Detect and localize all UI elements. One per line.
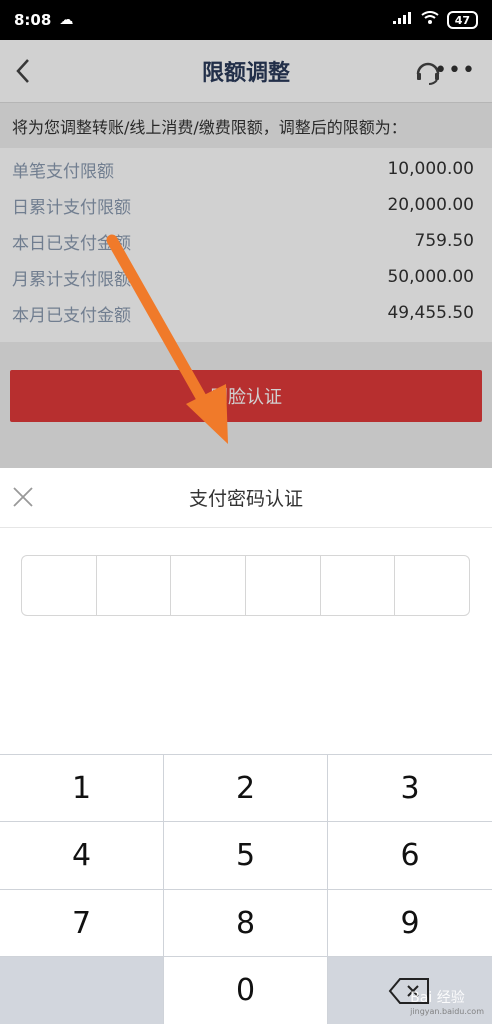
key-4[interactable]: 4 <box>0 822 164 890</box>
status-icons: 47 <box>392 11 478 29</box>
watermark-text: Bai 经验 <box>410 990 465 1006</box>
status-bar: 8:08 ☁ 47 <box>0 0 492 40</box>
close-icon[interactable] <box>10 484 36 510</box>
key-blank <box>0 957 164 1024</box>
battery-icon: 47 <box>446 11 478 29</box>
key-7[interactable]: 7 <box>0 890 164 957</box>
signal-icon <box>392 12 413 28</box>
pin-digit-box <box>321 556 396 615</box>
key-8[interactable]: 8 <box>164 890 328 957</box>
status-time: 8:08 <box>14 11 52 29</box>
key-9[interactable]: 9 <box>328 890 492 957</box>
key-0[interactable]: 0 <box>164 957 328 1024</box>
cloud-icon: ☁ <box>59 12 74 28</box>
pin-digit-box <box>395 556 469 615</box>
payment-password-sheet: 支付密码认证 1 2 3 4 5 6 7 8 9 0 <box>0 468 492 1024</box>
key-1[interactable]: 1 <box>0 755 164 822</box>
numeric-keypad: 1 2 3 4 5 6 7 8 9 0 <box>0 754 492 1024</box>
sheet-header: 支付密码认证 <box>0 468 492 528</box>
key-5[interactable]: 5 <box>164 822 328 890</box>
key-2[interactable]: 2 <box>164 755 328 822</box>
key-6[interactable]: 6 <box>328 822 492 890</box>
pin-digit-box <box>22 556 97 615</box>
key-3[interactable]: 3 <box>328 755 492 822</box>
wifi-icon <box>421 11 439 29</box>
sheet-title: 支付密码认证 <box>188 488 303 510</box>
pin-input[interactable] <box>21 555 470 616</box>
modal-overlay[interactable] <box>0 40 492 468</box>
pin-digit-box <box>246 556 321 615</box>
watermark-url: jingyan.baidu.com <box>410 1007 484 1016</box>
pin-digit-box <box>97 556 172 615</box>
pin-digit-box <box>171 556 247 615</box>
watermark: Bai 经验 jingyan.baidu.com <box>410 987 484 1016</box>
